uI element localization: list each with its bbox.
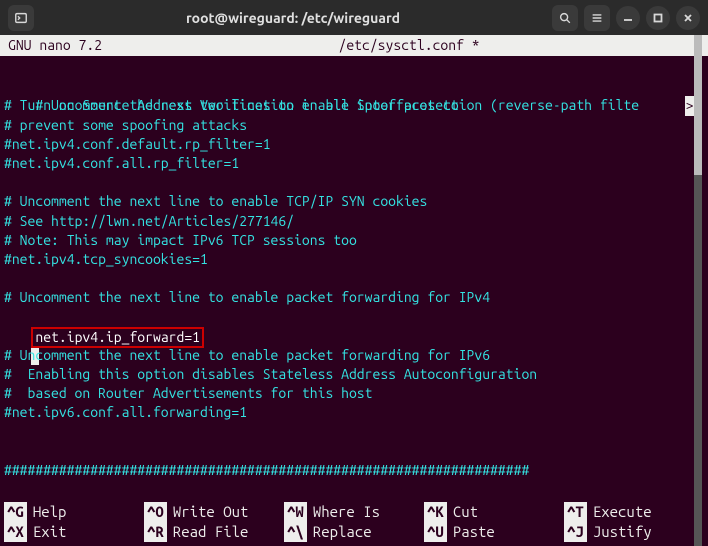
shortcut-write-out[interactable]: ^OWrite Out (144, 502, 284, 522)
file-line: #net.ipv4.tcp_syncookies=1 (0, 250, 708, 269)
file-line (0, 58, 708, 77)
edited-directive: net.ipv4.ip_forward=1 (31, 327, 204, 348)
window-titlebar: root@wireguard: /etc/wireguard (0, 0, 708, 35)
terminal-viewport[interactable]: GNU nano 7.2 /etc/sysctl.conf * # Uncomm… (0, 35, 708, 546)
menu-button[interactable] (584, 5, 610, 31)
shortcut-paste[interactable]: ^UPaste (424, 522, 564, 542)
file-line: # Uncomment the next line to enable TCP/… (0, 192, 708, 211)
nano-top-bar: GNU nano 7.2 /etc/sysctl.conf * (0, 35, 708, 56)
line-wrap-indicator: > (685, 96, 694, 115)
file-line: #net.ipv4.conf.all.rp_filter=1 (0, 154, 708, 173)
file-line: # Uncomment the next two lines to enable… (0, 77, 708, 96)
maximize-icon (652, 12, 664, 24)
file-line (0, 423, 708, 442)
file-line-highlighted: net.ipv4.ip_forward=1 (0, 307, 708, 326)
search-button[interactable] (552, 5, 578, 31)
hamburger-icon (590, 11, 604, 25)
file-line: #net.ipv6.conf.all.forwarding=1 (0, 403, 708, 422)
window-minimize-button[interactable] (616, 6, 640, 30)
file-line (0, 173, 708, 192)
close-icon (682, 12, 694, 24)
file-line: ########################################… (0, 461, 708, 480)
shortcut-help[interactable]: ^GHelp (4, 502, 144, 522)
shortcut-justify[interactable]: ^JJustify (564, 522, 704, 542)
shortcut-exit[interactable]: ^XExit (4, 522, 144, 542)
file-line: # Uncomment the next line to enable pack… (0, 346, 708, 365)
window-close-button[interactable] (676, 6, 700, 30)
window-maximize-button[interactable] (646, 6, 670, 30)
window-title: root@wireguard: /etc/wireguard (34, 10, 552, 26)
shortcut-replace[interactable]: ^\Replace (284, 522, 424, 542)
search-icon (558, 11, 572, 25)
minimize-icon (622, 12, 634, 24)
terminal-icon (14, 11, 28, 25)
nano-filename: /etc/sysctl.conf * (330, 35, 487, 56)
file-line: # Enabling this option disables Stateles… (0, 365, 708, 384)
shortcut-execute[interactable]: ^TExecute (564, 502, 704, 522)
file-line: # based on Router Advertisements for thi… (0, 384, 708, 403)
file-line (0, 442, 708, 461)
file-line (0, 269, 708, 288)
file-line: # See http://lwn.net/Articles/277146/ (0, 212, 708, 231)
nano-editor-name: GNU nano 7.2 (0, 35, 110, 56)
nano-shortcut-bar: ^GHelp ^OWrite Out ^WWhere Is ^KCut ^TEx… (0, 500, 708, 546)
shortcut-cut[interactable]: ^KCut (424, 502, 564, 522)
shortcut-read-file[interactable]: ^RRead File (144, 522, 284, 542)
shortcut-where-is[interactable]: ^WWhere Is (284, 502, 424, 522)
file-line: # Note: This may impact IPv6 TCP session… (0, 231, 708, 250)
new-tab-button[interactable] (8, 5, 34, 31)
file-line: # Uncomment the next line to enable pack… (0, 288, 708, 307)
file-line: #net.ipv4.conf.default.rp_filter=1 (0, 135, 708, 154)
scrollbar-thumb[interactable] (694, 35, 702, 175)
file-line: # prevent some spoofing attacks (0, 116, 708, 135)
